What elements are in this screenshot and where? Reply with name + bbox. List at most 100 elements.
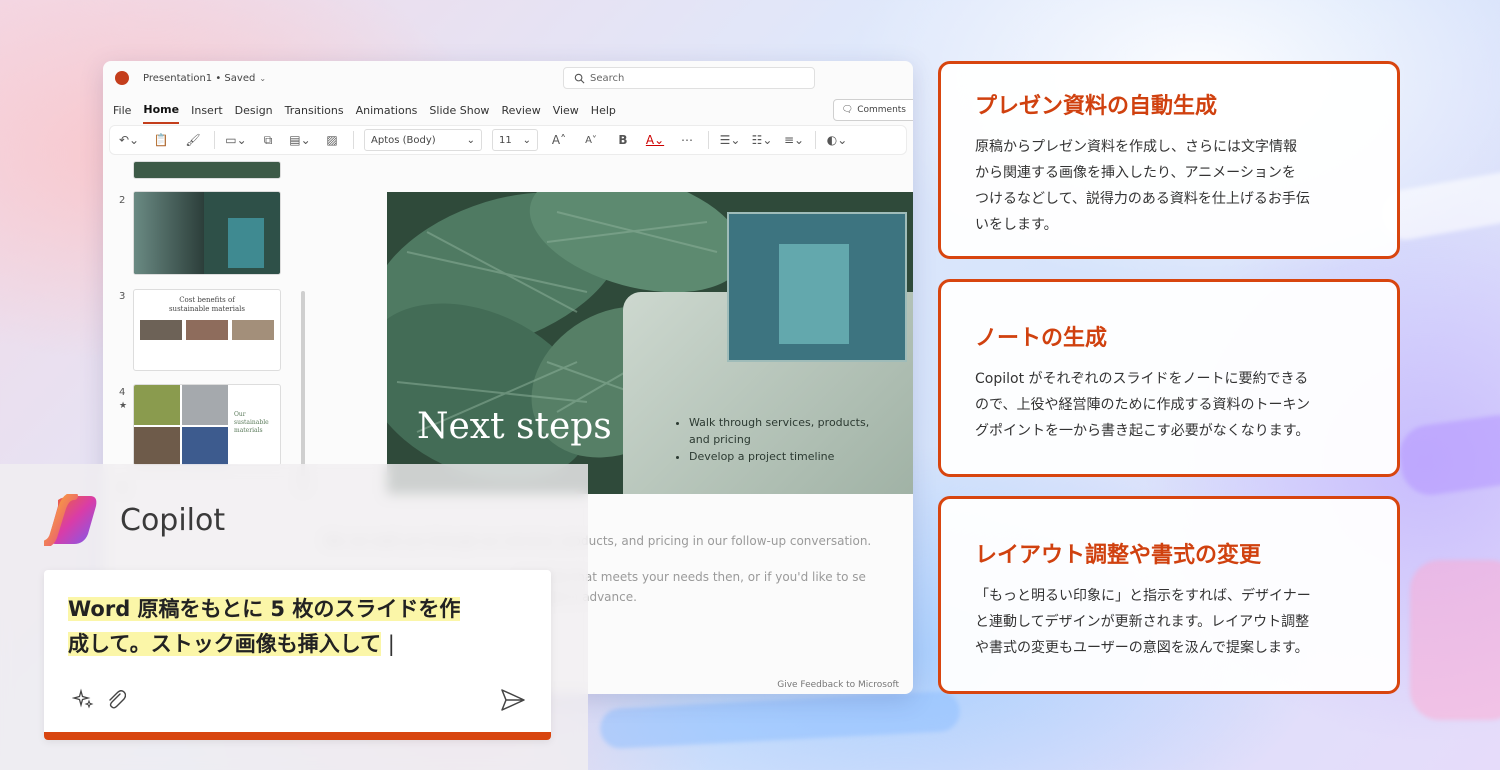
menu-file[interactable]: File: [113, 98, 131, 123]
search-input[interactable]: Search: [563, 67, 815, 89]
prompt-input[interactable]: Word 原稿をもとに 5 枚のスライドを作 成して。ストック画像も挿入して |: [68, 592, 538, 662]
slide-thumbnail[interactable]: [133, 161, 281, 179]
search-placeholder: Search: [590, 72, 625, 84]
decrease-font-icon[interactable]: A˅: [580, 132, 602, 148]
bullets-icon[interactable]: ☰⌄: [719, 132, 741, 148]
thumbnail-photo: [182, 385, 228, 425]
document-title[interactable]: Presentation1 • Saved: [143, 73, 255, 84]
menu-slide-show[interactable]: Slide Show: [429, 98, 489, 123]
bold-button[interactable]: B: [612, 132, 634, 148]
card-line: から関連する画像を挿入したり、アニメーションを: [975, 165, 1296, 181]
card-body: 「もっと明るい印象に」と指示をすれば、デザイナー と連動してデザインが更新されま…: [975, 583, 1363, 661]
menu-transitions[interactable]: Transitions: [285, 98, 344, 123]
feature-card-auto-generate: プレゼン資料の自動生成 原稿からプレゼン資料を作成し、さらには文字情報 から関連…: [938, 61, 1400, 259]
card-line: つけるなどして、説得力のある資料を仕上げるお手伝: [975, 191, 1310, 207]
thumbnail-title: Cost benefits of sustainable materials: [168, 296, 246, 313]
card-body: 原稿からプレゼン資料を作成し、さらには文字情報 から関連する画像を挿入したり、ア…: [975, 134, 1363, 238]
star-icon: ★: [119, 401, 128, 411]
sparkle-icon[interactable]: [72, 688, 94, 710]
copilot-logo-icon: [44, 494, 97, 546]
font-color-icon[interactable]: A⌄: [644, 132, 666, 148]
thumbnail-photo: [140, 320, 182, 340]
card-title: レイアウト調整や書式の変更: [975, 543, 1262, 568]
slide-bullet: Develop a project timeline: [689, 448, 887, 465]
card-title: ノートの生成: [975, 326, 1108, 351]
ribbon-divider: [353, 131, 354, 149]
card-line: 「もっと明るい印象に」と指示をすれば、デザイナー: [975, 588, 1311, 604]
comment-icon: 🗨: [841, 105, 854, 115]
thumbnail-photo: [134, 385, 180, 425]
menu-review[interactable]: Review: [501, 98, 540, 123]
prompt-accent-bar: [44, 732, 551, 740]
thumbnail-scrollbar[interactable]: [301, 291, 305, 491]
feature-card-notes: ノートの生成 Copilot がそれぞれのスライドをノートに要約できる ので、上…: [938, 279, 1400, 477]
align-icon[interactable]: ≡⌄: [783, 132, 805, 148]
give-feedback-link[interactable]: Give Feedback to Microsoft: [777, 680, 899, 690]
ribbon-toolbar: ↶⌄ 📋 🖌 ▭⌄ ⧉ ▤⌄ ▨ Aptos (Body) ⌄ 11 ⌄ A˄ A˅…: [109, 125, 907, 155]
font-size-select[interactable]: 11 ⌄: [492, 129, 538, 151]
thumbnail-photo: [186, 320, 228, 340]
menu-help[interactable]: Help: [591, 98, 616, 123]
chevron-down-icon: ⌄: [522, 134, 531, 146]
menu-home[interactable]: Home: [143, 97, 180, 124]
slide-bullet-list[interactable]: Walk through services, products, and pri…: [677, 414, 887, 465]
background-streak: [599, 690, 961, 750]
prompt-line: Word 原稿をもとに 5 枚のスライドを作: [68, 597, 461, 621]
menu-view[interactable]: View: [553, 98, 579, 123]
ribbon-divider: [708, 131, 709, 149]
font-size-value: 11: [499, 134, 512, 146]
thumbnail-photo: [232, 320, 274, 340]
slide-thumbnail[interactable]: Cost benefits of sustainable materials: [133, 289, 281, 371]
format-painter-icon[interactable]: 🖌: [182, 132, 204, 148]
ribbon-divider: [815, 131, 816, 149]
copilot-prompt-box[interactable]: Word 原稿をもとに 5 枚のスライドを作 成して。ストック画像も挿入して |: [44, 570, 551, 740]
numbering-icon[interactable]: ☷⌄: [751, 132, 773, 148]
slide-thumbnail[interactable]: Our sustainable materials: [133, 384, 281, 466]
comments-button[interactable]: 🗨 Comments: [832, 99, 913, 121]
card-line: や書式の変更もユーザーの意図を汲んで提案します。: [975, 640, 1309, 656]
thumbnail-photo: [134, 427, 180, 465]
thumbnail-photo: [228, 218, 264, 268]
card-line: 原稿からプレゼン資料を作成し、さらには文字情報: [975, 139, 1297, 155]
thumbnail-number: 4: [119, 387, 126, 398]
font-family-select[interactable]: Aptos (Body) ⌄: [364, 129, 482, 151]
send-icon[interactable]: [500, 688, 526, 712]
undo-icon[interactable]: ↶⌄: [118, 132, 140, 148]
new-slide-icon[interactable]: ▭⌄: [225, 132, 247, 148]
card-title: プレゼン資料の自動生成: [975, 94, 1218, 119]
attach-icon[interactable]: [106, 688, 126, 710]
slide-canvas[interactable]: Next steps Walk through services, produc…: [387, 192, 913, 494]
reuse-slides-icon[interactable]: ⧉: [257, 132, 279, 148]
increase-font-icon[interactable]: A˄: [548, 132, 570, 148]
thumbnail-title: Our sustainable materials: [234, 411, 269, 434]
thumbnail-photo: [182, 427, 228, 465]
card-line: グポイントを一から書き起こす必要がなくなります。: [975, 423, 1310, 439]
layout-icon[interactable]: ▤⌄: [289, 132, 311, 148]
card-line: ので、上役や経営陣のために作成する資料のトーキン: [975, 397, 1311, 413]
thumbnail-silhouette-image: [134, 192, 204, 274]
copilot-title: Copilot: [120, 502, 226, 538]
card-line: Copilot がそれぞれのスライドをノートに要約できる: [975, 371, 1309, 387]
menu-animations[interactable]: Animations: [356, 98, 418, 123]
ribbon-divider: [214, 131, 215, 149]
menu-insert[interactable]: Insert: [191, 98, 223, 123]
more-options-icon[interactable]: ⋯: [676, 132, 698, 148]
chevron-down-icon[interactable]: ⌄: [259, 74, 266, 83]
slide-thumbnail[interactable]: [133, 191, 281, 275]
search-icon: [574, 73, 585, 83]
paste-icon[interactable]: 📋: [150, 132, 172, 148]
slide-title[interactable]: Next steps: [417, 406, 612, 447]
menu-bar: File Home Insert Design Transitions Anim…: [103, 95, 913, 125]
menu-design[interactable]: Design: [235, 98, 273, 123]
powerpoint-logo: [115, 71, 129, 85]
font-family-value: Aptos (Body): [371, 134, 436, 146]
slide-bullet: Walk through services, products, and pri…: [689, 414, 887, 448]
picture-icon[interactable]: ▨: [321, 132, 343, 148]
card-line: と連動してデザインが更新されます。レイアウト調整: [975, 614, 1310, 630]
background-streak: [1410, 560, 1500, 720]
shapes-icon[interactable]: ◐⌄: [826, 132, 848, 148]
thumbnail-number: 3: [119, 291, 126, 302]
card-body: Copilot がそれぞれのスライドをノートに要約できる ので、上役や経営陣のた…: [975, 366, 1363, 444]
background-streak: [1395, 411, 1500, 499]
copilot-panel: Copilot Word 原稿をもとに 5 枚のスライドを作 成して。ストック画…: [0, 464, 588, 770]
